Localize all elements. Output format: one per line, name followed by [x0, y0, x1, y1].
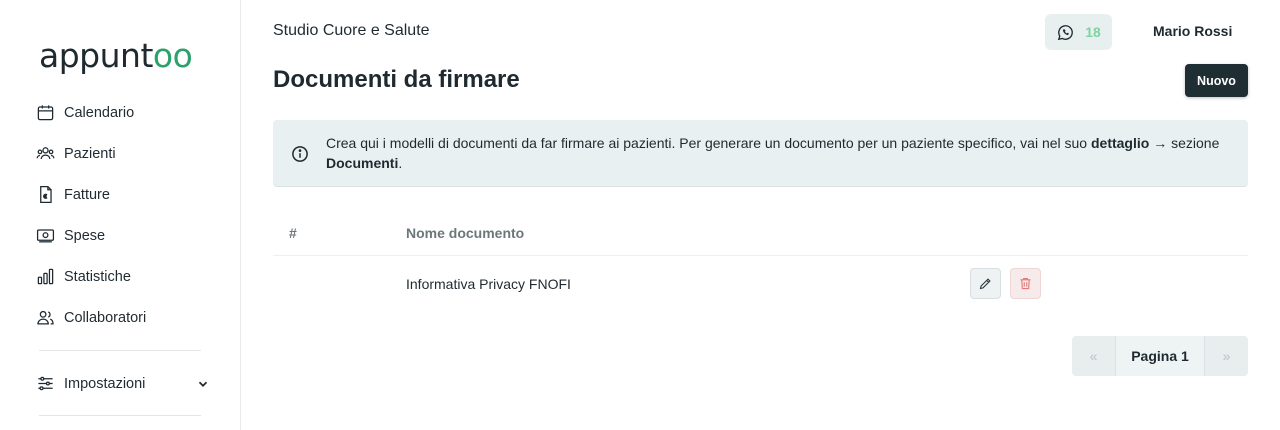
users-icon: [36, 147, 55, 160]
studio-name: Studio Cuore e Salute: [273, 22, 430, 39]
sidebar-item-impostazioni[interactable]: Impostazioni: [36, 363, 210, 404]
sidebar: appuntoo Calendario Pazienti Fatture Spe…: [0, 0, 241, 430]
logo-text: appunt: [39, 36, 153, 75]
info-text-part: .: [398, 154, 403, 171]
column-header-number: #: [289, 225, 297, 241]
user-menu[interactable]: Mario Rossi: [1153, 23, 1232, 39]
info-link-dettaglio: dettaglio: [1090, 135, 1150, 151]
banknote-icon: [36, 229, 55, 243]
info-text-part: Crea qui i modelli di documenti da far f…: [326, 135, 1091, 151]
sidebar-item-label: Statistiche: [64, 268, 131, 285]
pencil-icon: [979, 278, 991, 290]
pagination-prev-button[interactable]: «: [1072, 336, 1115, 376]
sidebar-item-fatture[interactable]: Fatture: [36, 174, 216, 215]
whatsapp-count: 18: [1085, 24, 1101, 40]
sidebar-divider: [39, 350, 201, 351]
bar-chart-icon: [37, 268, 54, 285]
trash-icon: [1020, 277, 1031, 290]
sidebar-item-label: Impostazioni: [64, 375, 146, 392]
page-title: Documenti da firmare: [273, 66, 520, 93]
edit-button[interactable]: [970, 268, 1001, 299]
new-document-button[interactable]: Nuovo: [1185, 64, 1248, 97]
sliders-icon: [38, 376, 53, 391]
invoice-icon: [40, 185, 52, 204]
sidebar-item-label: Pazienti: [64, 145, 116, 162]
info-banner: Crea qui i modelli di documenti da far f…: [273, 120, 1248, 187]
collaborators-icon: [37, 310, 54, 325]
pagination-current-page: Pagina 1: [1115, 336, 1205, 376]
app-logo[interactable]: appuntoo: [39, 36, 193, 75]
sidebar-item-calendario[interactable]: Calendario: [36, 92, 216, 133]
sidebar-item-label: Fatture: [64, 186, 110, 203]
document-name-cell: Informativa Privacy FNOFI: [406, 276, 571, 292]
whatsapp-badge[interactable]: 18: [1045, 14, 1112, 50]
sidebar-item-label: Spese: [64, 227, 106, 244]
chevron-down-icon: [198, 381, 208, 387]
info-link-documenti: Documenti: [326, 154, 399, 171]
sidebar-item-collaboratori[interactable]: Collaboratori: [36, 297, 216, 338]
sidebar-nav: Calendario Pazienti Fatture Spese Statis…: [36, 92, 216, 338]
whatsapp-icon: [1057, 24, 1074, 40]
calendar-icon: [37, 105, 54, 121]
pagination-next-button[interactable]: »: [1205, 336, 1248, 376]
sidebar-item-label: Calendario: [64, 104, 135, 121]
info-text-part: → sezione: [1149, 135, 1220, 151]
logo-accent: oo: [152, 36, 193, 75]
sidebar-divider: [39, 415, 201, 416]
pagination: « Pagina 1 »: [1072, 336, 1248, 376]
delete-button[interactable]: [1010, 268, 1041, 299]
info-text: Crea qui i modelli di documenti da far f…: [326, 134, 1226, 173]
table-divider: [273, 255, 1248, 256]
column-header-name: Nome documento: [406, 225, 525, 241]
sidebar-item-label: Collaboratori: [64, 309, 147, 326]
sidebar-item-statistiche[interactable]: Statistiche: [36, 256, 216, 297]
info-icon: [292, 146, 308, 162]
sidebar-item-pazienti[interactable]: Pazienti: [36, 133, 216, 174]
sidebar-item-spese[interactable]: Spese: [36, 215, 216, 256]
